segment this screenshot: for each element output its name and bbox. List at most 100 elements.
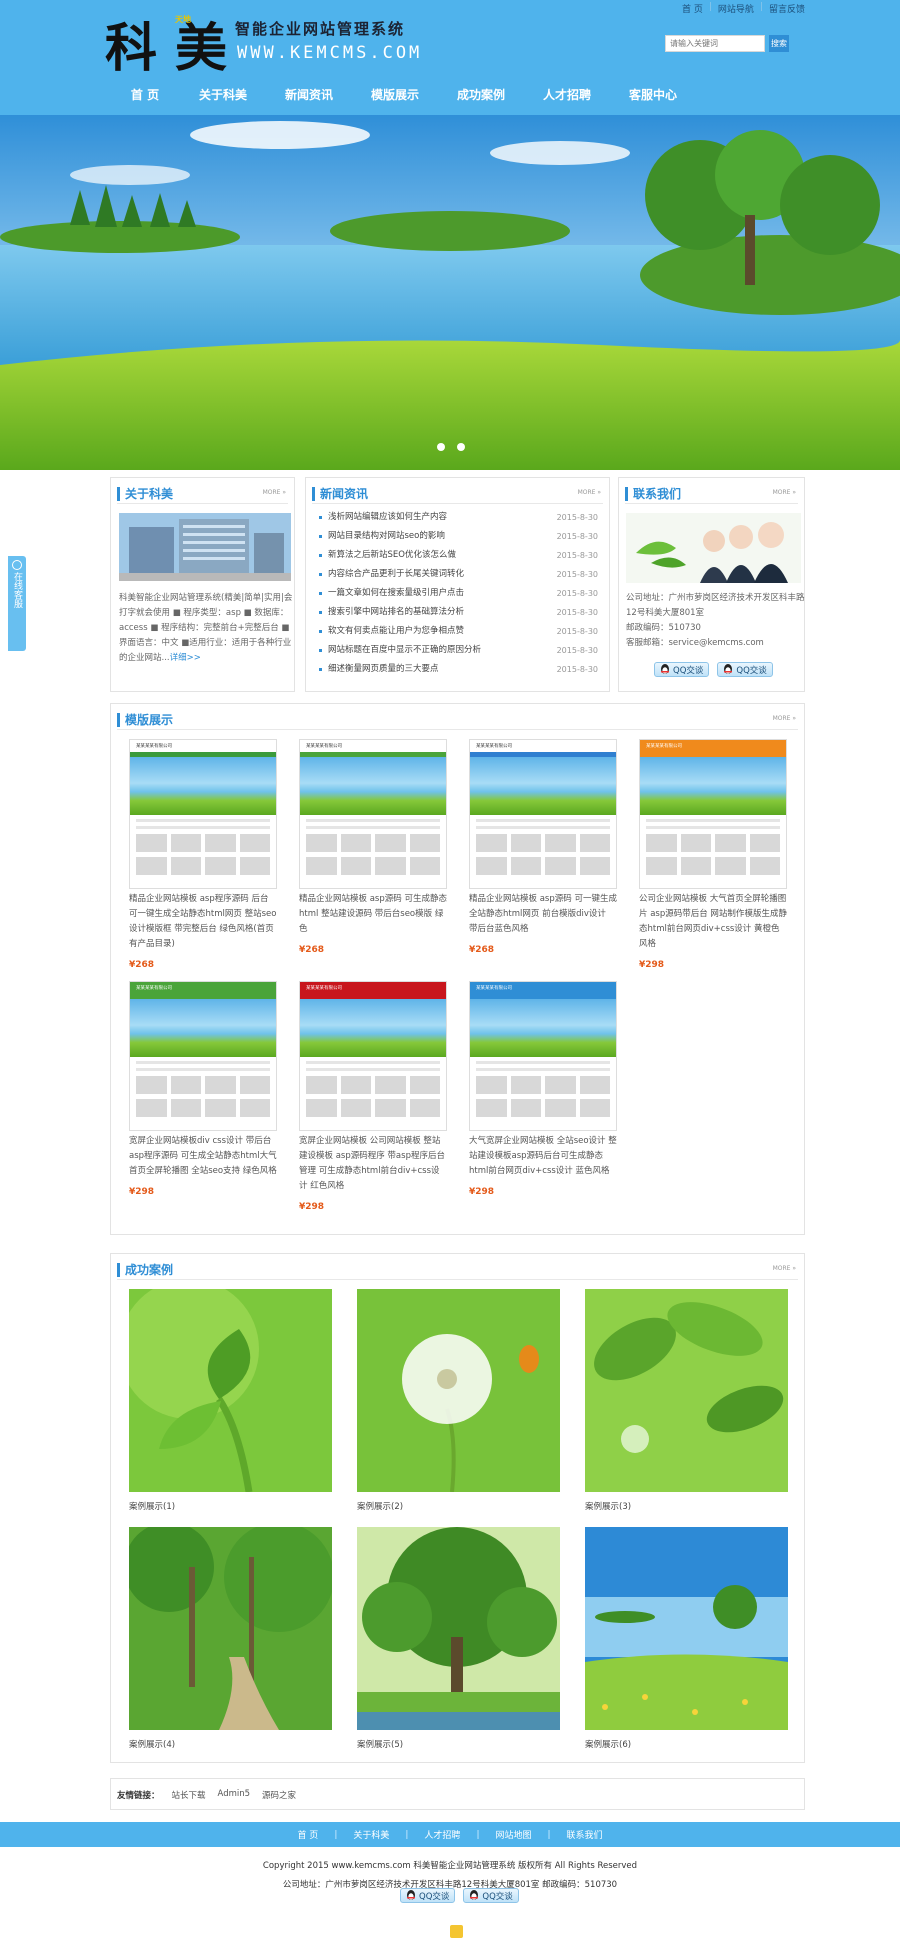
templates-more-link[interactable]: MORE » xyxy=(773,715,796,722)
nav-item-cases[interactable]: 成功案例 xyxy=(438,86,524,103)
template-thumbnail[interactable]: 某某某某有限公司 xyxy=(129,739,277,889)
site-logo[interactable]: 科美 天地 智能企业网站管理系统 WWW.KEMCMS.COM xyxy=(105,10,460,79)
template-card[interactable]: 某某某某有限公司 精品企业网站模板 asp源码 可一键生成全站静态html网页 前… xyxy=(469,739,617,955)
news-item-title[interactable]: 软文有何卖点能让用户为您争相点赞 xyxy=(328,626,464,636)
qq-chat-button[interactable]: QQ交谈 xyxy=(400,1888,456,1903)
about-more-link[interactable]: MORE » xyxy=(263,489,286,496)
case-card[interactable]: 案例展示(6) xyxy=(585,1527,788,1750)
case-card[interactable]: 案例展示(1) xyxy=(119,1279,332,1512)
about-detail-link[interactable]: 详细>> xyxy=(170,653,201,663)
news-item[interactable]: 搜索引擎中网站排名的基础算法分析 2015-8-30 xyxy=(318,603,598,622)
site-header: 科美 天地 智能企业网站管理系统 WWW.KEMCMS.COM 首 页 | 网站… xyxy=(0,0,900,115)
news-item-title[interactable]: 网站标题在百度中显示不正确的原因分析 xyxy=(328,645,481,655)
thumb-line xyxy=(306,1068,440,1071)
case-caption[interactable]: 案例展示(2) xyxy=(357,1500,560,1512)
news-item-title[interactable]: 网站目录结构对网站seo的影响 xyxy=(328,531,445,541)
qq-penguin-icon xyxy=(407,1890,415,1900)
template-description[interactable]: 精品企业网站模板 asp程序源码 后台 可一键生成全站静态html网页 整站se… xyxy=(129,892,277,952)
thumb-line xyxy=(476,826,610,829)
thumb-company-name: 某某某某有限公司 xyxy=(646,744,682,749)
qq-chat-button[interactable]: QQ交谈 xyxy=(654,662,710,677)
online-service-tab[interactable]: 在线客服 xyxy=(8,556,26,651)
template-card[interactable]: 某某某某有限公司 精品企业网站模板 asp源码 可生成静态html 整站建设源码 … xyxy=(299,739,447,955)
banner-dot[interactable] xyxy=(437,443,445,451)
template-description[interactable]: 大气宽屏企业网站模板 全站seo设计 整站建设模板asp源码后台可生成静态htm… xyxy=(469,1134,617,1179)
title-accent-bar xyxy=(117,713,120,727)
case-card[interactable]: 案例展示(3) xyxy=(585,1289,788,1512)
template-thumbnail[interactable]: 某某某某有限公司 xyxy=(129,981,277,1131)
case-card[interactable]: 案例展示(4) xyxy=(124,1522,334,1750)
divider: | xyxy=(476,1829,480,1840)
news-item[interactable]: 网站标题在百度中显示不正确的原因分析 2015-8-30 xyxy=(318,641,598,660)
template-description[interactable]: 宽屏企业网站模板div css设计 带后台asp程序源码 可生成全站静态html… xyxy=(129,1134,277,1179)
top-link-home[interactable]: 首 页 xyxy=(682,2,703,15)
top-link-sitemap[interactable]: 网站导航 xyxy=(718,2,754,15)
template-description[interactable]: 公司企业网站模板 大气首页全屏轮播图片 asp源码带后台 网站制作模版生成静态h… xyxy=(639,892,787,952)
nav-item-news[interactable]: 新闻资讯 xyxy=(266,86,352,103)
qq-chat-button[interactable]: QQ交谈 xyxy=(463,1888,519,1903)
template-thumbnail[interactable]: 某某某某有限公司 xyxy=(299,981,447,1131)
template-card[interactable]: 某某某某有限公司 宽屏企业网站模板 公司网站模板 整站建设模板 asp源码程序 带… xyxy=(299,981,447,1212)
news-item-title[interactable]: 一篇文章如何在搜索量级引用户点击 xyxy=(328,588,464,598)
template-card[interactable]: 某某某某有限公司公司企业网站模板 大气首页全屏轮播图片 asp源码带后台 网站制… xyxy=(639,739,787,970)
template-thumbnail[interactable]: 某某某某有限公司 xyxy=(639,739,787,889)
nav-item-home[interactable]: 首 页 xyxy=(110,86,180,103)
footer-link-jobs[interactable]: 人才招聘 xyxy=(424,1828,460,1841)
top-link-feedback[interactable]: 留言反馈 xyxy=(769,2,805,15)
news-item-title[interactable]: 浅析网站编辑应该如何生产内容 xyxy=(328,512,447,522)
hero-banner[interactable] xyxy=(0,115,900,470)
news-item[interactable]: 细述衡量网页质量的三大要点 2015-8-30 xyxy=(318,660,598,679)
footer-link-home[interactable]: 首 页 xyxy=(297,1828,318,1841)
footer-link-contact[interactable]: 联系我们 xyxy=(567,1828,603,1841)
nav-item-about[interactable]: 关于科美 xyxy=(180,86,266,103)
nav-item-templates[interactable]: 模版展示 xyxy=(352,86,438,103)
news-item-title[interactable]: 新算法之后新站SEO优化该怎么做 xyxy=(328,550,456,560)
case-caption[interactable]: 案例展示(3) xyxy=(585,1500,788,1512)
banner-dot[interactable] xyxy=(457,443,465,451)
search-input[interactable] xyxy=(665,35,765,52)
news-more-link[interactable]: MORE » xyxy=(578,489,601,496)
thumb-header: 某某某某有限公司 xyxy=(130,982,276,994)
thumb-row xyxy=(306,1076,440,1094)
friend-link[interactable]: 源码之家 xyxy=(262,1789,296,1801)
search-button[interactable]: 搜索 xyxy=(769,35,789,52)
footer-link-about[interactable]: 关于科美 xyxy=(353,1828,389,1841)
thumb-line xyxy=(476,819,610,822)
nav-item-service[interactable]: 客服中心 xyxy=(610,86,696,103)
contact-more-link[interactable]: MORE » xyxy=(773,489,796,496)
nav-item-jobs[interactable]: 人才招聘 xyxy=(524,86,610,103)
news-item[interactable]: 新算法之后新站SEO优化该怎么做 2015-8-30 xyxy=(318,546,598,565)
case-caption[interactable]: 案例展示(5) xyxy=(357,1738,560,1750)
footer-link-sitemap[interactable]: 网站地图 xyxy=(495,1828,531,1841)
stats-badge-icon[interactable] xyxy=(450,1925,463,1938)
template-card[interactable]: 某某某某有限公司 大气宽屏企业网站模板 全站seo设计 整站建设模板asp源码后台… xyxy=(469,981,617,1197)
template-card[interactable]: 某某某某有限公司 精品企业网站模板 asp程序源码 后台 可一键生成全站静态htm… xyxy=(129,739,277,970)
case-caption[interactable]: 案例展示(4) xyxy=(129,1738,332,1750)
template-description[interactable]: 精品企业网站模板 asp源码 可一键生成全站静态html网页 前台模版div设计… xyxy=(469,892,617,937)
news-item[interactable]: 网站目录结构对网站seo的影响 2015-8-30 xyxy=(318,527,598,546)
cases-more-link[interactable]: MORE » xyxy=(773,1265,796,1272)
thumb-line xyxy=(136,819,270,822)
template-thumbnail[interactable]: 某某某某有限公司 xyxy=(299,739,447,889)
news-item-title[interactable]: 内容综合产品更利于长尾关键词转化 xyxy=(328,569,464,579)
template-thumbnail[interactable]: 某某某某有限公司 xyxy=(469,981,617,1131)
template-description[interactable]: 宽屏企业网站模板 公司网站模板 整站建设模板 asp源码程序 带asp程序后台管… xyxy=(299,1134,447,1194)
news-item[interactable]: 内容综合产品更利于长尾关键词转化 2015-8-30 xyxy=(318,565,598,584)
case-card[interactable]: 案例展示(5) xyxy=(357,1527,560,1750)
template-card[interactable]: 某某某某有限公司宽屏企业网站模板div css设计 带后台asp程序源码 可生成… xyxy=(129,981,277,1197)
case-caption[interactable]: 案例展示(1) xyxy=(129,1500,332,1512)
news-item-title[interactable]: 搜索引擎中网站排名的基础算法分析 xyxy=(328,607,464,617)
case-card[interactable]: 案例展示(2) xyxy=(357,1289,560,1512)
friend-link[interactable]: Admin5 xyxy=(218,1789,251,1799)
qq-chat-button[interactable]: QQ交谈 xyxy=(717,662,773,677)
thumb-row xyxy=(476,1076,610,1094)
news-item[interactable]: 一篇文章如何在搜索量级引用户点击 2015-8-30 xyxy=(318,584,598,603)
news-item[interactable]: 浅析网站编辑应该如何生产内容 2015-8-30 xyxy=(318,508,598,527)
news-item-title[interactable]: 细述衡量网页质量的三大要点 xyxy=(328,664,439,674)
news-item[interactable]: 软文有何卖点能让用户为您争相点赞 2015-8-30 xyxy=(318,622,598,641)
template-thumbnail[interactable]: 某某某某有限公司 xyxy=(469,739,617,889)
friend-link[interactable]: 站长下载 xyxy=(172,1789,206,1801)
template-description[interactable]: 精品企业网站模板 asp源码 可生成静态html 整站建设源码 带后台seo模版… xyxy=(299,892,447,937)
case-caption[interactable]: 案例展示(6) xyxy=(585,1738,788,1750)
thumb-row xyxy=(476,834,610,852)
